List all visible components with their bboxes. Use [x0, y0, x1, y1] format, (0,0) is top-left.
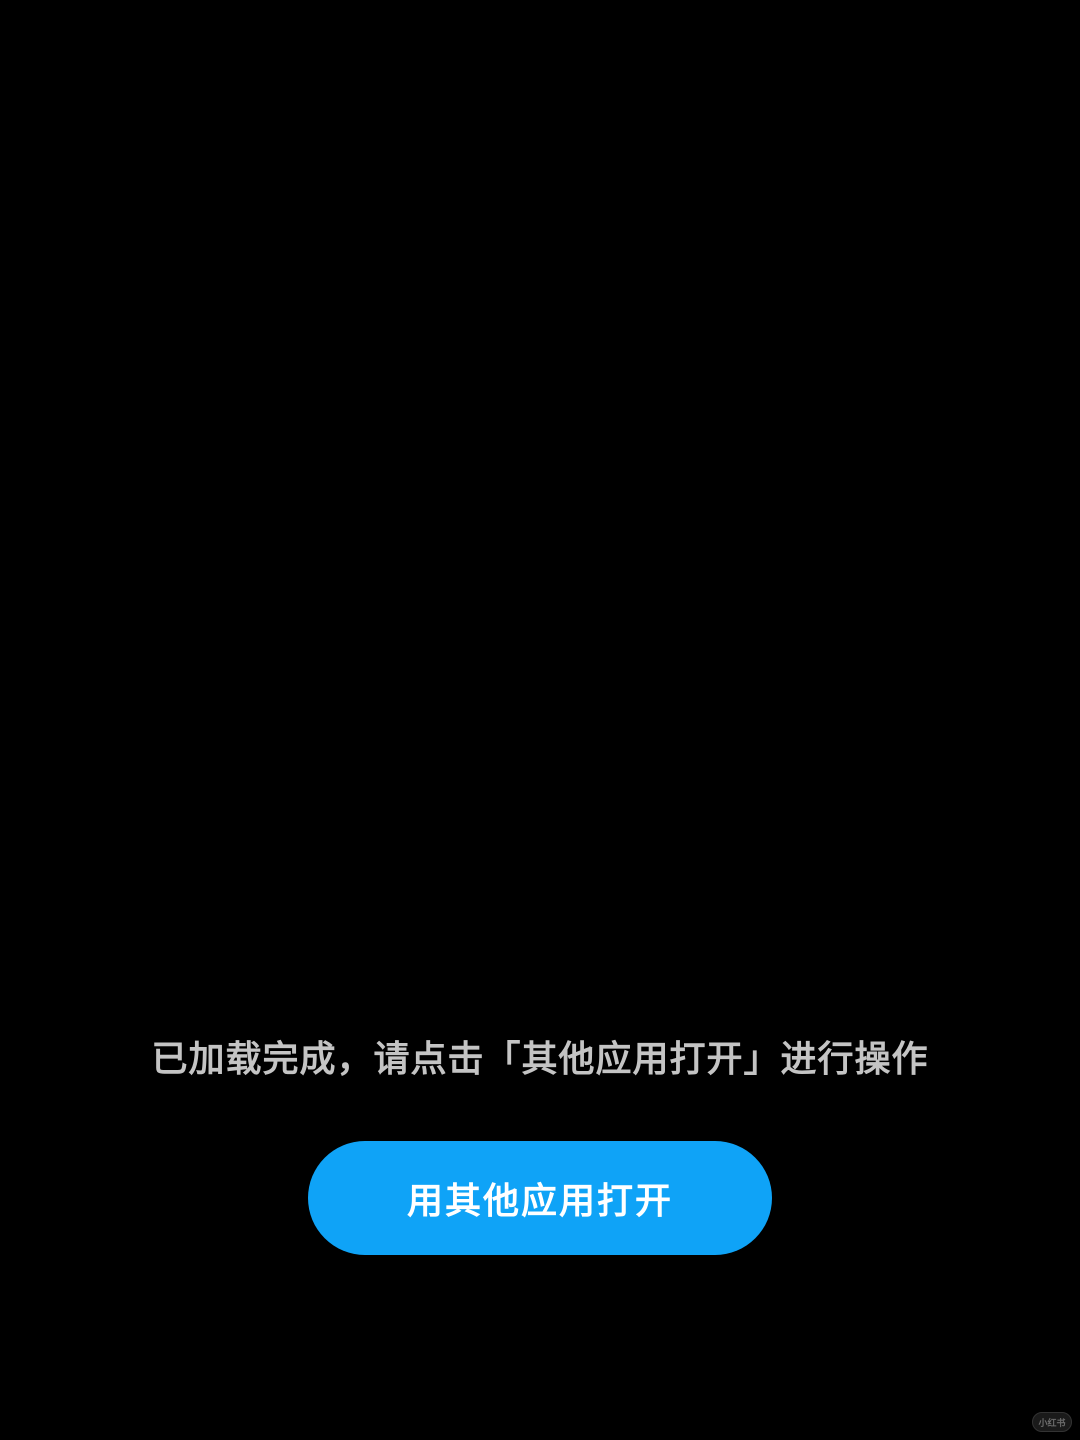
xiaohongshu-logo-icon: 小红书	[1032, 1412, 1072, 1432]
app-screen: 已加载完成，请点击「其他应用打开」进行操作 用其他应用打开 小红书	[0, 0, 1080, 1440]
load-complete-message: 已加载完成，请点击「其他应用打开」进行操作	[151, 1039, 929, 1080]
open-with-other-app-button[interactable]: 用其他应用打开	[308, 1141, 772, 1255]
